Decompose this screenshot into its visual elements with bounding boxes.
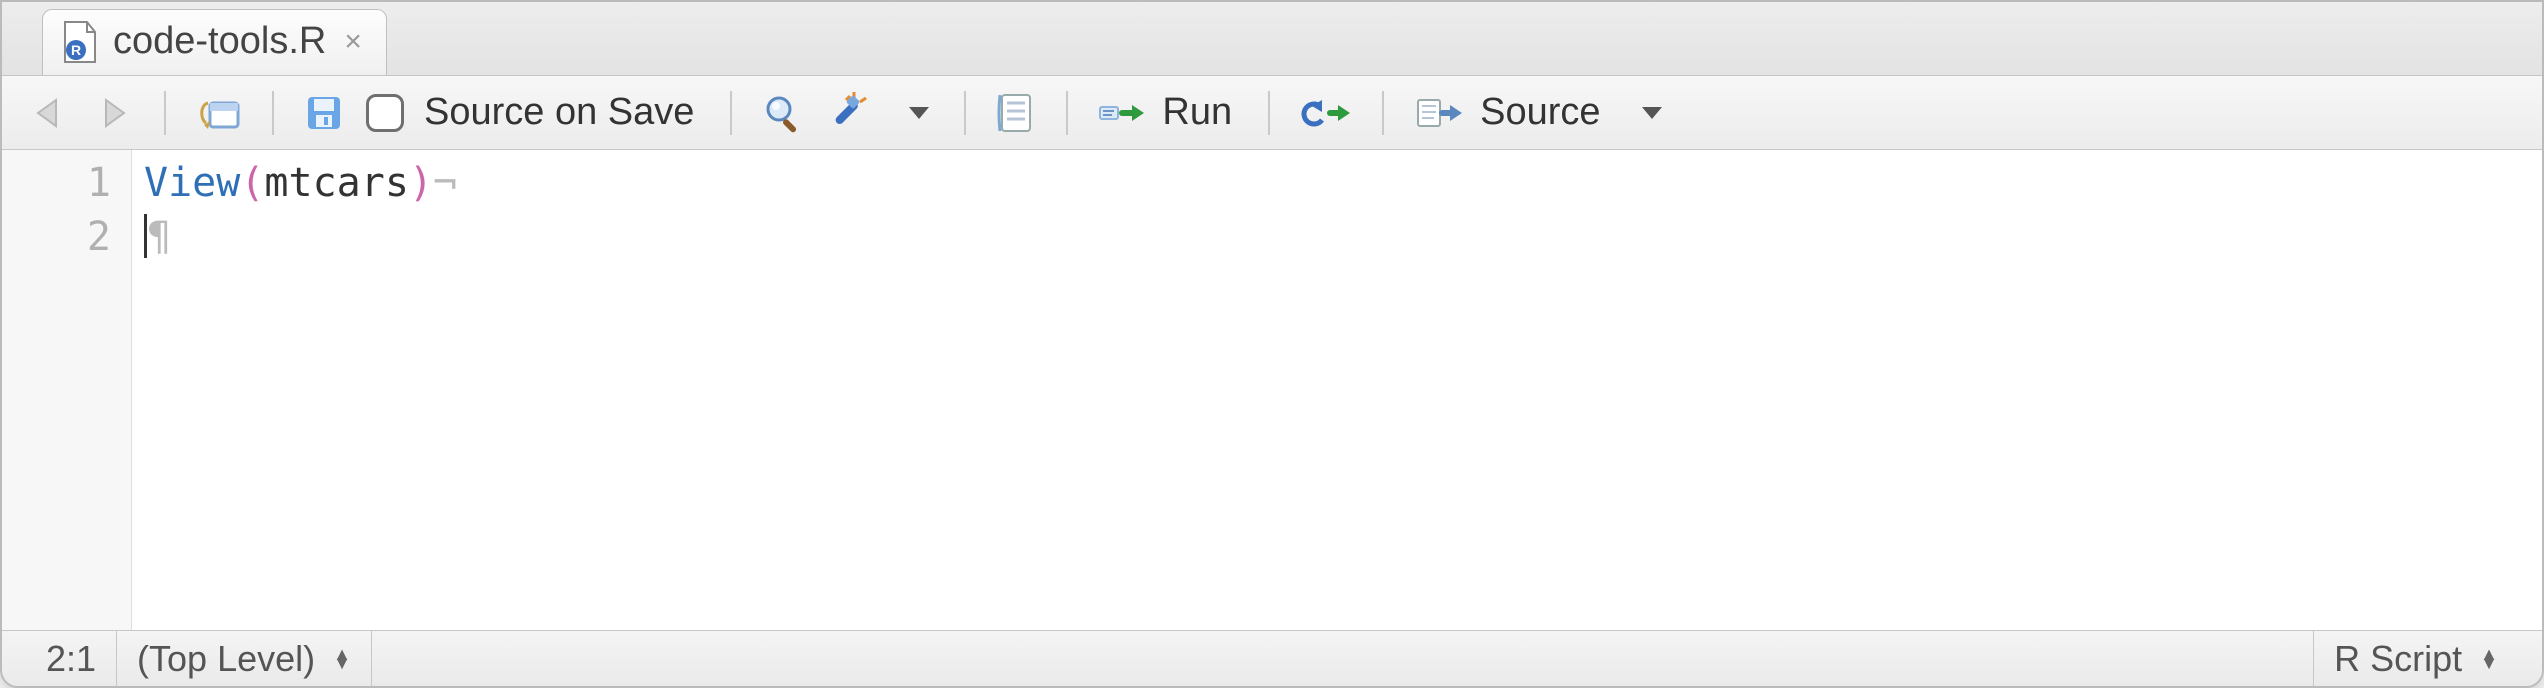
run-label: Run — [1156, 91, 1238, 134]
checkbox-icon — [366, 94, 404, 132]
source-label: Source — [1474, 91, 1606, 134]
stepper-icon — [2480, 650, 2498, 668]
source-dropdown[interactable] — [1623, 88, 1673, 138]
cursor-position[interactable]: 2:1 — [26, 631, 116, 686]
line-gutter: 1 2 — [2, 150, 132, 630]
filetype-selector[interactable]: R Script — [2314, 631, 2518, 686]
code-tools-button[interactable] — [820, 88, 880, 138]
token-function: View — [144, 160, 240, 206]
save-button[interactable] — [298, 88, 350, 138]
separator — [1066, 91, 1068, 135]
status-bar: 2:1 (Top Level) R Script — [2, 630, 2542, 686]
code-area[interactable]: View(mtcars)¬ ¶ — [132, 150, 2542, 630]
line-number: 1 — [2, 156, 111, 210]
filetype-label: R Script — [2334, 638, 2462, 680]
toolbar: Source on Save — [2, 76, 2542, 150]
run-button[interactable]: Run — [1092, 88, 1244, 138]
pilcrow-marker: ¶ — [147, 214, 171, 260]
cursor-position-text: 2:1 — [46, 638, 96, 680]
token-identifier: mtcars — [264, 160, 409, 206]
r-file-icon: R — [61, 20, 99, 64]
code-tools-dropdown[interactable] — [890, 88, 940, 138]
compile-report-button[interactable] — [990, 88, 1042, 138]
file-tab[interactable]: R code-tools.R × — [42, 9, 387, 75]
editor-window: R code-tools.R × — [0, 0, 2544, 688]
token-paren: ) — [409, 160, 433, 206]
scope-label: (Top Level) — [137, 638, 315, 680]
separator — [371, 631, 372, 686]
line-number: 2 — [2, 210, 111, 264]
source-on-save-label: Source on Save — [418, 91, 700, 134]
rerun-button[interactable] — [1294, 88, 1358, 138]
chevron-down-icon — [1642, 107, 1662, 119]
close-tab-icon[interactable]: × — [344, 25, 362, 59]
run-icon — [1098, 97, 1146, 129]
show-in-new-window-button[interactable] — [190, 88, 248, 138]
stepper-icon — [333, 650, 351, 668]
code-line[interactable]: View(mtcars)¬ — [144, 156, 2542, 210]
token-paren: ( — [240, 160, 264, 206]
separator — [1382, 91, 1384, 135]
svg-text:R: R — [71, 42, 81, 58]
source-on-save-toggle[interactable]: Source on Save — [360, 88, 706, 138]
eol-marker: ¬ — [433, 160, 457, 206]
tab-filename: code-tools.R — [113, 20, 326, 63]
separator — [1268, 91, 1270, 135]
scope-selector[interactable]: (Top Level) — [117, 631, 371, 686]
code-editor[interactable]: 1 2 View(mtcars)¬ ¶ — [2, 150, 2542, 630]
chevron-down-icon — [909, 107, 929, 119]
nav-back-button[interactable] — [22, 88, 76, 138]
separator — [164, 91, 166, 135]
code-line[interactable]: ¶ — [144, 210, 2542, 264]
source-button[interactable]: Source — [1408, 88, 1612, 138]
tab-bar: R code-tools.R × — [2, 2, 2542, 76]
nav-forward-button[interactable] — [86, 88, 140, 138]
separator — [272, 91, 274, 135]
separator — [730, 91, 732, 135]
find-replace-button[interactable] — [756, 88, 810, 138]
separator — [964, 91, 966, 135]
source-icon — [1414, 94, 1464, 132]
